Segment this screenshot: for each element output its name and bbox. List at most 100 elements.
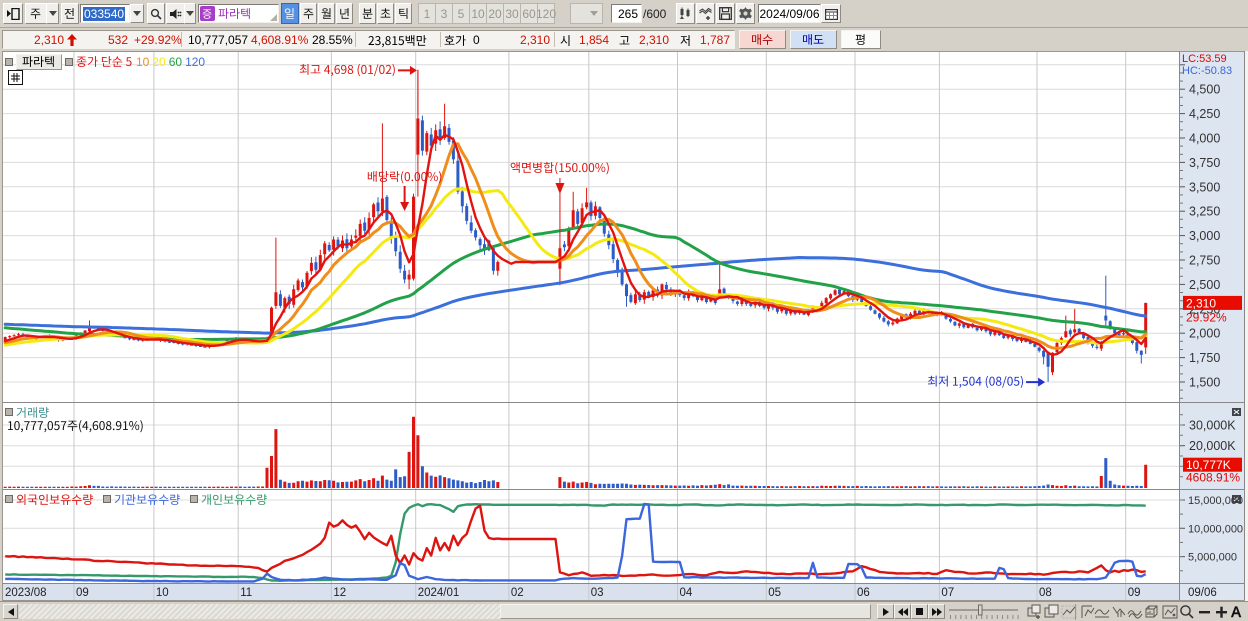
svg-text:2,750: 2,750	[1189, 254, 1220, 268]
interval-label: 3	[440, 6, 448, 21]
hts-chart-window: {"toolbar":{"panel_button":"chart-panel"…	[0, 0, 1248, 621]
svg-text:LC:53.59: LC:53.59	[1182, 53, 1227, 65]
stock-code-input[interactable]: 033540	[80, 4, 130, 23]
font-size-icon[interactable]	[1230, 604, 1244, 620]
sound-alert-dropdown[interactable]	[184, 3, 196, 24]
interval-button-10[interactable]: 10	[469, 3, 487, 24]
avg-button-label	[855, 32, 867, 47]
compare-candle-button[interactable]	[676, 3, 695, 24]
tab-month[interactable]	[318, 3, 335, 24]
turnover-rate: 28.55%	[312, 33, 353, 47]
zoom-icon[interactable]	[1179, 604, 1195, 620]
svg-text:4,000: 4,000	[1189, 132, 1220, 146]
svg-text:05: 05	[768, 587, 781, 599]
sound-alert-button[interactable]	[166, 3, 185, 24]
svg-text:08: 08	[1039, 587, 1052, 599]
add-indicator-button[interactable]	[696, 3, 715, 24]
interval-label: 60	[522, 6, 536, 21]
stop-button[interactable]	[911, 604, 928, 619]
zoom-slider[interactable]	[949, 604, 1019, 620]
divider	[554, 32, 555, 47]
prev-stock-button[interactable]	[61, 3, 79, 24]
fast-forward-button[interactable]	[928, 604, 945, 619]
svg-text:15,000,000: 15,000,000	[1188, 495, 1243, 507]
interval-button-5[interactable]: 5	[452, 3, 470, 24]
sell-button[interactable]	[790, 30, 837, 49]
candle-count-input[interactable]: 265	[611, 4, 642, 23]
rewind-button[interactable]	[894, 604, 911, 619]
stock-search-button[interactable]	[147, 3, 165, 24]
divider	[355, 32, 356, 47]
new-chart-panel-button[interactable]	[3, 3, 23, 24]
play-icon	[882, 607, 889, 616]
interval-button-1[interactable]: 1	[418, 3, 436, 24]
hoga-price: 2,310	[520, 33, 551, 47]
tab-week[interactable]	[300, 3, 317, 24]
chart-image-icon[interactable]	[1162, 604, 1178, 620]
interval-button-120[interactable]: 120	[536, 3, 556, 24]
vector-text	[398, 7, 407, 19]
stock-name-value	[218, 6, 252, 21]
chart-canvas[interactable]: 1,5001,7502,0002,2502,5002,7503,0003,250…	[0, 50, 1248, 601]
svg-text:11: 11	[240, 587, 252, 599]
vector-text	[802, 33, 824, 45]
chart-settings-button[interactable]	[736, 3, 755, 24]
line-chart-plus-icon	[699, 7, 712, 20]
tab-second[interactable]	[377, 3, 394, 24]
scroll-left-button[interactable]	[3, 604, 18, 619]
svg-text:2023/08: 2023/08	[5, 587, 47, 599]
svg-text:20,000K: 20,000K	[1189, 439, 1236, 453]
zoom-in-icon[interactable]	[1214, 604, 1230, 620]
stop-icon	[916, 608, 923, 615]
chart-cube-icon[interactable]	[1144, 604, 1160, 620]
zoom-out-icon[interactable]	[1197, 604, 1213, 620]
tab-day[interactable]	[281, 3, 299, 24]
svg-text:4,250: 4,250	[1189, 107, 1220, 121]
interval-button-20[interactable]: 20	[486, 3, 504, 24]
interval-button-30[interactable]: 30	[503, 3, 521, 24]
gear-icon	[739, 7, 752, 20]
stock-code-dropdown[interactable]	[130, 4, 144, 23]
interval-dropdown[interactable]	[570, 3, 603, 24]
date-value: 2024/09/06	[759, 6, 820, 21]
zoom-slider-handle[interactable]	[978, 604, 983, 616]
scrollbar-thumb[interactable]	[500, 604, 871, 619]
calendar-button[interactable]	[821, 4, 841, 23]
tab-minute[interactable]	[359, 3, 376, 24]
buy-button-label	[751, 32, 774, 47]
tab-year[interactable]	[336, 3, 353, 24]
multi-wave-icon[interactable]	[1127, 604, 1143, 620]
svg-text:03: 03	[591, 587, 604, 599]
period-quick-button[interactable]	[25, 3, 47, 24]
save-chart-button[interactable]	[716, 3, 735, 24]
bar-compress-icon[interactable]	[1111, 604, 1127, 620]
chevron-down-icon	[133, 11, 141, 16]
vector-text	[855, 33, 865, 45]
resize-grip-icon	[270, 14, 277, 21]
svg-text:3,500: 3,500	[1189, 180, 1220, 194]
avg-button[interactable]	[841, 30, 881, 49]
vector-text	[321, 7, 331, 19]
svg-text:09/06: 09/06	[1188, 587, 1217, 599]
buy-button[interactable]	[739, 30, 786, 49]
interval-label: 5	[457, 6, 465, 21]
copy-add-icon[interactable]	[1027, 604, 1043, 620]
period-quick-dropdown[interactable]	[46, 3, 59, 24]
svg-text:1,750: 1,750	[1189, 351, 1220, 365]
trade-amount-value	[368, 33, 427, 48]
date-input[interactable]: 2024/09/06	[758, 4, 821, 23]
svg-text:29.92%: 29.92%	[1186, 310, 1227, 324]
fast-forward-icon	[931, 607, 942, 616]
stock-name-field[interactable]	[198, 4, 279, 23]
interval-button-3[interactable]: 3	[435, 3, 453, 24]
play-button[interactable]	[877, 604, 894, 619]
open-price: 1,854	[579, 33, 610, 47]
copy-panel-icon[interactable]	[1044, 604, 1060, 620]
trendline-icon[interactable]	[1094, 604, 1110, 620]
svg-text:10,000,000: 10,000,000	[1188, 523, 1243, 535]
candle-compare-icon	[680, 7, 690, 19]
candle-max-label: /600	[643, 7, 667, 21]
tab-tick[interactable]	[395, 3, 412, 24]
low-label	[680, 33, 692, 48]
tab-second-label	[380, 6, 392, 21]
